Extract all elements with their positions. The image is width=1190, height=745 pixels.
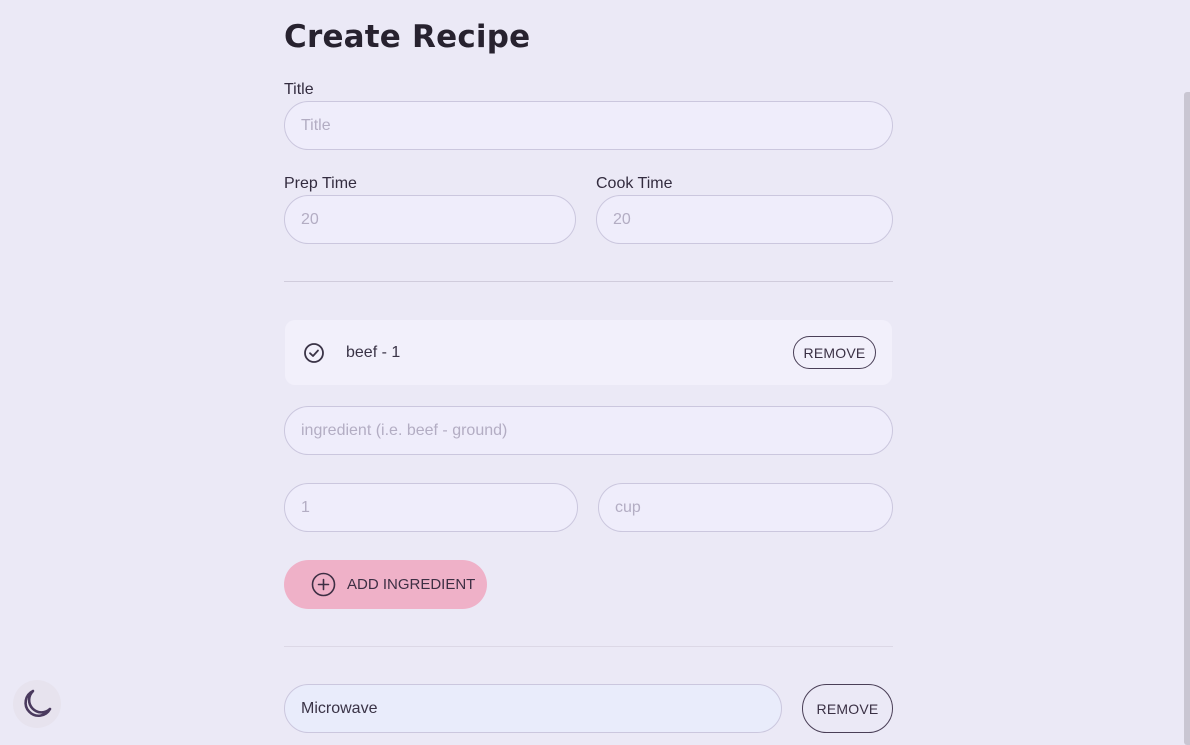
moon-icon	[24, 689, 52, 718]
ingredient-quantity-input[interactable]: 1	[284, 483, 578, 532]
prep-time-input[interactable]: 20	[284, 195, 576, 244]
title-label: Title	[284, 81, 314, 98]
prep-time-placeholder: 20	[301, 210, 319, 228]
cook-time-label: Cook Time	[596, 175, 673, 192]
ingredient-name-input[interactable]: ingredient (i.e. beef - ground)	[284, 406, 893, 455]
ingredient-name-placeholder: ingredient (i.e. beef - ground)	[301, 421, 508, 439]
title-input-placeholder: Title	[301, 116, 331, 134]
page-title: Create Recipe	[284, 19, 531, 55]
add-ingredient-button[interactable]: ADD INGREDIENT	[284, 560, 487, 609]
cook-time-input[interactable]: 20	[596, 195, 893, 244]
equipment-input-value: Microwave	[301, 699, 378, 717]
add-ingredient-label: ADD INGREDIENT	[347, 576, 476, 593]
ingredient-item-text: beef - 1	[346, 344, 401, 361]
create-recipe-page: Create Recipe Title Title Prep Time 20 C…	[0, 0, 1190, 745]
check-circle-icon	[304, 343, 324, 363]
section-divider	[284, 646, 893, 647]
ingredient-item: beef - 1 REMOVE	[285, 320, 892, 385]
prep-time-label: Prep Time	[284, 175, 357, 192]
section-divider	[284, 281, 893, 282]
equipment-input[interactable]: Microwave	[284, 684, 782, 733]
ingredient-unit-input[interactable]: cup	[598, 483, 893, 532]
remove-equipment-button[interactable]: REMOVE	[802, 684, 893, 733]
ingredient-unit-placeholder: cup	[615, 498, 641, 516]
remove-ingredient-button[interactable]: REMOVE	[793, 336, 876, 369]
plus-circle-icon	[311, 572, 336, 597]
ingredient-quantity-placeholder: 1	[301, 498, 310, 516]
scrollbar-thumb[interactable]	[1184, 92, 1190, 745]
remove-equipment-label: REMOVE	[816, 700, 879, 717]
cook-time-placeholder: 20	[613, 210, 631, 228]
remove-ingredient-label: REMOVE	[803, 344, 866, 361]
theme-toggle-button[interactable]	[13, 680, 61, 728]
title-input[interactable]: Title	[284, 101, 893, 150]
scrollbar-track[interactable]	[1184, 0, 1190, 745]
